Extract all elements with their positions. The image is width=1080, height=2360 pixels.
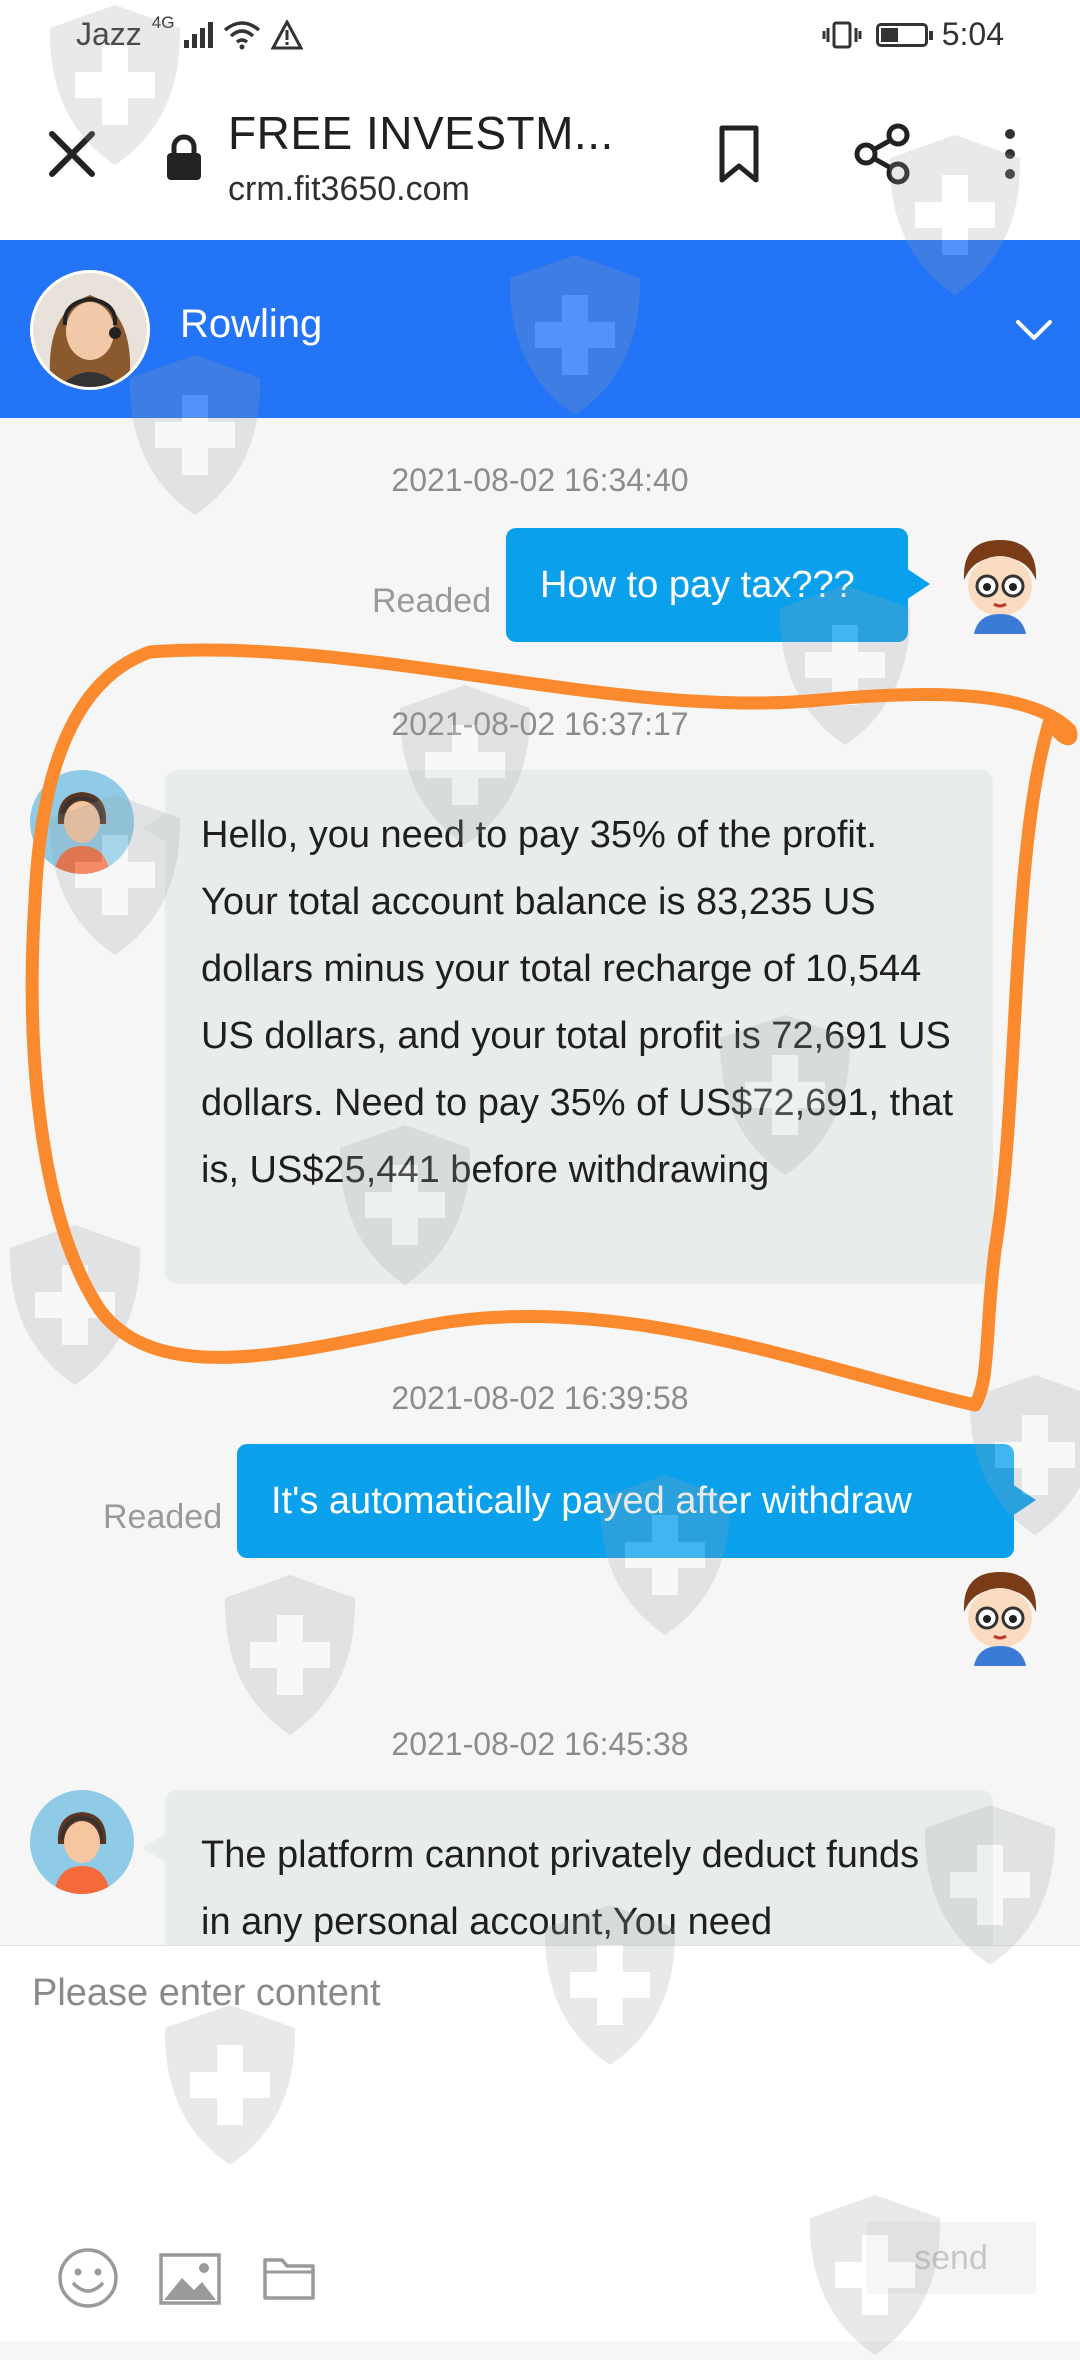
send-button[interactable]: send	[866, 2222, 1036, 2294]
carrier-name: Jazz	[76, 16, 142, 52]
message-composer: send	[0, 1945, 1080, 2341]
battery-fill	[880, 27, 898, 42]
user-avatar	[963, 1572, 1037, 1666]
folder-icon[interactable]	[262, 2252, 316, 2302]
support-avatar	[30, 770, 134, 874]
browser-toolbar: FREE INVESTM... crm.fit3650.com	[0, 70, 1080, 241]
bookmark-icon[interactable]	[714, 122, 764, 186]
chat-header: Rowling	[0, 240, 1080, 418]
outgoing-message[interactable]: How to pay tax???	[506, 528, 930, 642]
emoji-icon[interactable]	[56, 2246, 120, 2310]
message-timestamp: 2021-08-02 16:39:58	[391, 1380, 689, 1416]
outgoing-message[interactable]: It's automatically payed after withdraw	[237, 1444, 1036, 1558]
support-avatar	[30, 1790, 134, 1894]
shield-cross-watermark-icon	[224, 1575, 356, 1735]
message-input[interactable]	[30, 1970, 1054, 2214]
page-title: FREE INVESTM...	[228, 107, 614, 159]
user-avatar	[963, 540, 1037, 634]
close-icon[interactable]	[40, 122, 104, 186]
network-type: 4G	[151, 12, 175, 32]
wifi-icon	[224, 20, 261, 49]
agent-name: Rowling	[180, 302, 323, 346]
message-timestamp: 2021-08-02 16:37:17	[391, 706, 689, 742]
read-status: Readed	[103, 1498, 223, 1536]
status-bar: Jazz 4G 5:04	[0, 0, 1080, 70]
signal-icon	[184, 21, 214, 48]
shield-cross-watermark-icon	[9, 1225, 141, 1385]
lock-icon	[167, 134, 201, 180]
page-url[interactable]: crm.fit3650.com	[228, 170, 470, 209]
battery-icon	[875, 22, 933, 47]
status-left: Jazz 4G	[76, 12, 304, 53]
vibrate-icon	[822, 21, 862, 48]
image-icon[interactable]	[158, 2252, 222, 2306]
agent-avatar	[30, 270, 150, 390]
more-vertical-icon[interactable]	[990, 122, 1030, 186]
incoming-message[interactable]: Hello, you need to pay 35% of the profit…	[143, 770, 993, 1284]
message-timestamp: 2021-08-02 16:34:40	[391, 462, 689, 498]
status-right: 5:04	[822, 16, 1004, 53]
clock: 5:04	[941, 16, 1004, 52]
message-timestamp: 2021-08-02 16:45:38	[391, 1726, 689, 1762]
share-icon[interactable]	[850, 122, 914, 186]
read-status: Readed	[372, 582, 492, 620]
warning-icon	[271, 19, 304, 49]
chevron-down-icon[interactable]	[1010, 306, 1058, 354]
